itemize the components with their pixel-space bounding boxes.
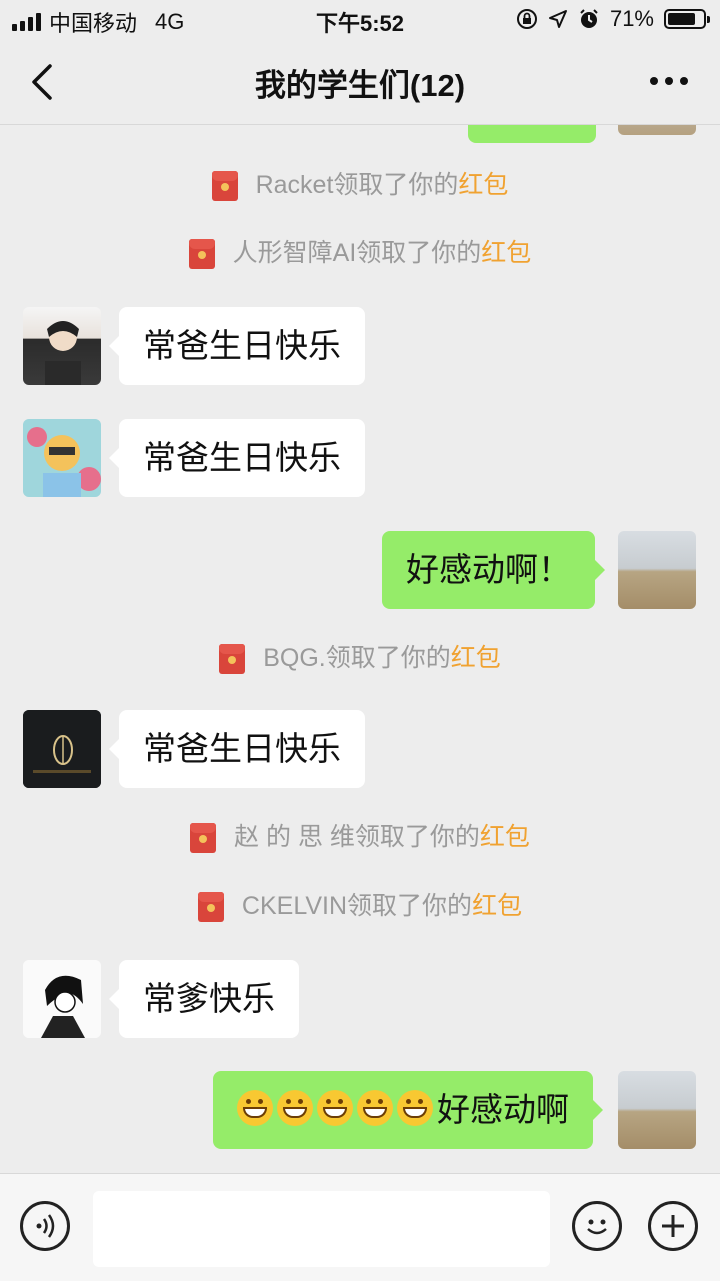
message-bubble-self[interactable]: 好感动啊！: [382, 531, 605, 609]
red-packet-icon: [188, 239, 215, 270]
orientation-lock-icon: [516, 9, 537, 29]
red-packet-link[interactable]: 红包: [472, 892, 522, 920]
message-bubble[interactable]: 常爸生日快乐: [109, 307, 365, 385]
avatar[interactable]: [23, 960, 101, 1038]
message-bubble-partial[interactable]: [468, 125, 596, 143]
battery-percent: 71%: [609, 6, 654, 31]
red-packet-notice: CKELVIN领取了你的红包: [0, 886, 720, 923]
nav-bar: 我的学生们(12): [0, 40, 720, 125]
plus-icon[interactable]: [648, 1201, 698, 1251]
message-bubble[interactable]: 常爸生日快乐: [109, 419, 365, 497]
message-text: 好感动啊: [437, 1091, 569, 1128]
red-packet-icon: [219, 644, 246, 675]
grin-emoji-icon: [317, 1090, 353, 1127]
message-input[interactable]: [93, 1191, 550, 1267]
red-packet-icon: [190, 823, 217, 854]
red-packet-icon: [211, 171, 238, 202]
avatar-self[interactable]: [618, 1071, 696, 1149]
status-bar: 中国移动 4G 下午5:52 71%: [0, 0, 720, 40]
avatar[interactable]: [23, 307, 101, 385]
grin-emoji-icon: [277, 1090, 313, 1127]
grin-emoji-icon: [397, 1090, 433, 1127]
input-bar: [0, 1173, 720, 1281]
chat-area[interactable]: Racket领取了你的红包 人形智障AI领取了你的红包 常爸生日快乐 常爸生日快…: [0, 125, 720, 1173]
grin-emoji-icon: [357, 1090, 393, 1127]
message-bubble[interactable]: 常爹快乐: [109, 960, 299, 1038]
message-bubble-self[interactable]: 好感动啊: [213, 1071, 603, 1149]
more-icon[interactable]: [650, 70, 690, 92]
location-icon: [548, 10, 567, 28]
emoji-icon[interactable]: [572, 1201, 622, 1251]
alarm-icon: [580, 9, 598, 28]
red-packet-notice: 赵 的 思 维领取了你的红包: [0, 817, 720, 854]
red-packet-link[interactable]: 红包: [451, 644, 501, 672]
message-bubble[interactable]: 常爸生日快乐: [109, 710, 365, 788]
grin-emoji-icon: [237, 1090, 273, 1127]
avatar[interactable]: [618, 125, 696, 135]
status-right: 71%: [516, 6, 710, 32]
red-packet-notice: Racket领取了你的红包: [0, 165, 720, 202]
avatar[interactable]: [23, 710, 101, 788]
red-packet-icon: [197, 892, 224, 923]
battery-icon: [664, 9, 710, 29]
red-packet-notice: BQG.领取了你的红包: [0, 638, 720, 675]
page-title: 我的学生们(12): [254, 68, 466, 103]
red-packet-link[interactable]: 红包: [480, 823, 530, 851]
voice-icon[interactable]: [20, 1201, 70, 1251]
avatar-self[interactable]: [618, 531, 696, 609]
red-packet-notice: 人形智障AI领取了你的红包: [0, 233, 720, 270]
avatar[interactable]: [23, 419, 101, 497]
red-packet-link[interactable]: 红包: [481, 239, 531, 267]
red-packet-link[interactable]: 红包: [458, 171, 508, 199]
